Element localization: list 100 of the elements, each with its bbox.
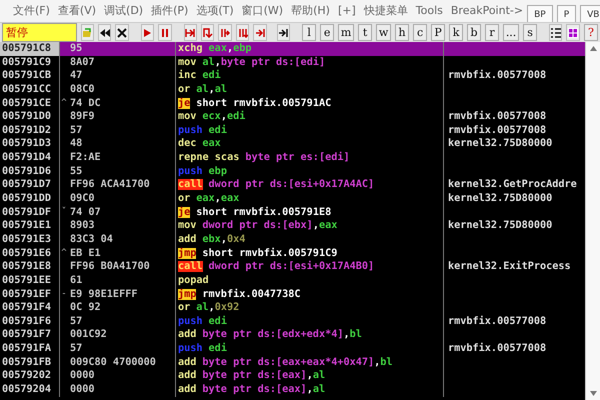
help-button[interactable]: ? — [584, 24, 598, 41]
trace-over-button[interactable] — [236, 24, 250, 41]
scrollbar[interactable] — [585, 42, 600, 400]
separator-text: , — [343, 329, 350, 340]
mnemonic-text: je — [178, 206, 190, 218]
code-row[interactable]: 005791D7 FF96 ACA41700 call dword ptr ds:[esi+0x17A4AC] kernel32.GetProcAddre — [0, 178, 585, 192]
toolbar-button[interactable]: w — [376, 24, 392, 41]
operand-text: edi — [202, 70, 221, 82]
menu-item[interactable]: [+] — [334, 0, 360, 22]
toolbar-button[interactable]: P — [431, 24, 446, 41]
trace-into-button[interactable] — [218, 24, 232, 41]
toolbar-button[interactable]: e — [320, 24, 334, 41]
menu-item[interactable]: 调试(D) — [100, 0, 148, 22]
mnemonic-text: add — [178, 384, 196, 396]
operand-text: eax — [318, 220, 338, 232]
mnemonic-text: dec — [178, 138, 196, 150]
code-row[interactable]: 005791F4 0C 92 or al,0x92 — [0, 301, 585, 315]
separator-text: , — [208, 302, 215, 314]
run-button[interactable] — [140, 24, 154, 41]
code-row[interactable]: 005791D4 F2:AE repne scas byte ptr es:[edi] — [0, 151, 585, 165]
operand-text: bl — [350, 329, 362, 340]
step-over-button[interactable] — [201, 24, 214, 41]
code-row[interactable]: 00579202 0000 add byte ptr ds:[eax],al — [0, 369, 585, 384]
rewind-button[interactable] — [98, 24, 112, 41]
code-row[interactable]: 005791E8 FF96 B0A41700 call dword ptr ds:[esi+0x17A4B0] kernel32.ExitProcess — [0, 260, 585, 274]
scroll-up-icon[interactable] — [590, 46, 596, 51]
address-cell: 005791D0 — [0, 110, 60, 124]
toolbar-button[interactable]: ... — [503, 24, 520, 41]
code-row[interactable]: 005791CC 08C0 or al,al — [0, 82, 585, 97]
menu-item[interactable]: 选项(T) — [192, 0, 238, 22]
code-row[interactable]: 005791D6 55 push ebp — [0, 164, 585, 178]
code-row[interactable]: 005791CB 47 inc edi rmvbfix.00577008 — [0, 69, 585, 83]
mnemonic-text: push — [178, 124, 203, 136]
code-row[interactable]: 005791CE ^ 74 DC je short rmvbfix.005791AC — [0, 96, 585, 110]
toolbar-button[interactable]: c — [413, 24, 428, 41]
toolbar-button[interactable]: h — [395, 24, 410, 41]
return-button[interactable] — [253, 24, 267, 41]
menu-item[interactable]: Tools — [412, 0, 447, 22]
menu-item[interactable]: 查看(V) — [54, 0, 100, 22]
code-row[interactable]: 005791F6 57 push edi rmvbfix.00577008 — [0, 314, 585, 328]
close-button[interactable] — [115, 24, 129, 41]
toolbar-button[interactable]: k — [449, 24, 464, 41]
scroll-down-icon[interactable] — [590, 391, 596, 396]
code-row[interactable]: 005791F7 001C92 add byte ptr ds:[edx+edx*4],bl — [0, 328, 585, 342]
menu-item[interactable]: BreakPoint-> — [446, 0, 528, 22]
menu-item[interactable]: 窗口(W) — [238, 0, 288, 22]
separator-text: , — [220, 111, 227, 122]
separator-text: , — [220, 234, 227, 245]
toolbar-button[interactable]: t — [358, 24, 372, 41]
toolbar-button[interactable]: l — [302, 24, 316, 41]
operand-text: bl — [380, 356, 393, 368]
operand-text: byte ptr ds:[eax] — [202, 370, 307, 382]
step-over-icon — [202, 28, 213, 38]
selected-code-row[interactable]: 005791C8 95 xchg eax,ebp — [0, 42, 585, 56]
code-row[interactable]: 005791E3 83C3 04 add ebx,0x4 — [0, 232, 585, 247]
operand-text: 0x4 — [226, 234, 246, 245]
jump-marker: ^ — [61, 96, 67, 110]
hex-cell: 47 — [68, 69, 176, 83]
step-into-button[interactable] — [184, 24, 198, 41]
separator-text: , — [208, 84, 215, 95]
hex-cell: 57 — [68, 342, 176, 356]
mnemonic-text: popad — [178, 274, 209, 286]
code-row[interactable]: 005791FB 009C80 4700000 add byte ptr ds:[eax+eax*4+0x47],bl — [0, 356, 585, 370]
toolbar-button[interactable]: r — [485, 24, 500, 41]
operand-text: rmvbfix.0047738C — [202, 288, 301, 300]
menu-item[interactable]: 帮助(H) — [287, 0, 334, 22]
operand-text: eax — [208, 43, 227, 54]
code-row[interactable]: 005791EF - E9 98E1EFFF jmp rmvbfix.0047738C — [0, 288, 585, 302]
hex-cell: 8903 — [68, 219, 176, 233]
operand-text: byte ptr ds:[eax] — [202, 384, 307, 396]
address-cell: 005791D4 — [0, 151, 60, 165]
code-row[interactable]: 005791FA 57 push edi rmvbfix.00577008 — [0, 342, 585, 356]
menu-item[interactable]: 文件(F) — [9, 0, 54, 22]
code-row[interactable]: 005791E6 ^ EB E1 jmp short rmvbfix.005791C9 — [0, 246, 585, 260]
address-cell: 005791D7 — [0, 178, 60, 192]
separator-text: , — [306, 370, 313, 382]
pause-button[interactable] — [158, 24, 172, 41]
code-row[interactable]: 005791E1 8903 mov dword ptr ds:[ebx],eax kernel32.75D80000 — [0, 219, 585, 233]
code-row[interactable]: 005791D2 57 push edi rmvbfix.00577008 — [0, 124, 585, 138]
code-row[interactable]: 005791DD 09C0 or eax,eax kernel32.75D80000 — [0, 192, 585, 206]
list-button[interactable] — [549, 24, 562, 41]
menu-item[interactable]: 插件(P) — [147, 0, 192, 22]
hex-cell: 83C3 04 — [68, 232, 176, 247]
go-to-button[interactable] — [276, 24, 290, 41]
code-row[interactable]: 005791D3 48 dec eax kernel32.75D80000 — [0, 137, 585, 152]
grid-button[interactable] — [566, 24, 580, 41]
code-row[interactable]: 005791C9 8A07 mov al,byte ptr ds:[edi] — [0, 56, 585, 70]
toolbar-button[interactable]: s — [523, 24, 538, 41]
hex-cell: 74 07 — [68, 206, 176, 220]
operand-text: ebx — [202, 234, 221, 245]
code-row[interactable]: 00579204 0000 add byte ptr ds:[eax],al — [0, 383, 585, 397]
code-row[interactable]: 005791EE 61 popad — [0, 274, 585, 288]
jump-marker: ˇ — [61, 206, 67, 219]
toolbar-button[interactable]: b — [467, 24, 482, 41]
toolbar-button[interactable]: m — [338, 24, 354, 41]
code-row[interactable]: 005791D0 89F9 mov ecx,edi rmvbfix.00577008 — [0, 110, 585, 124]
menu-item[interactable]: 快捷菜单 — [360, 0, 412, 22]
address-cell: 005791CE — [0, 96, 60, 110]
operand-text: byte ptr ds:[eax+eax*4+0x47] — [202, 356, 374, 368]
code-row[interactable]: 005791DF ˇ 74 07 je short rmvbfix.005791E8 — [0, 206, 585, 220]
